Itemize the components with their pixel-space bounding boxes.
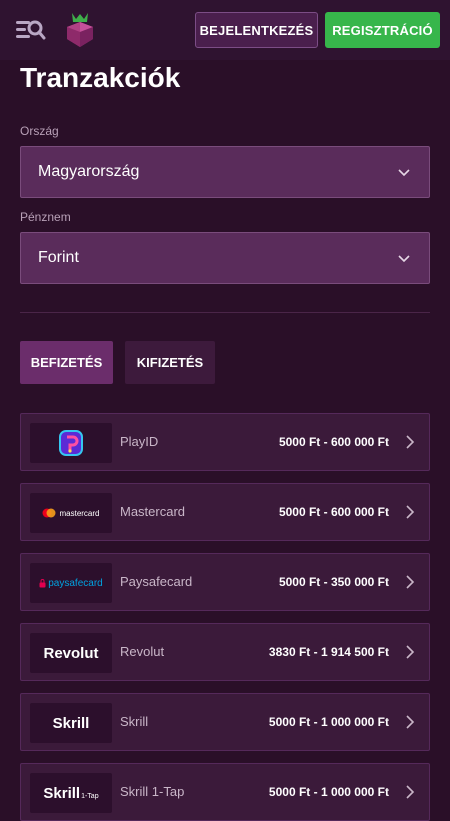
payment-method-row[interactable]: Revolut Revolut 3830 Ft - 1 914 500 Ft [20,623,430,681]
currency-select-value: Forint [38,249,79,266]
revolut-logo-icon: Revolut [30,633,112,673]
mastercard-logo-text: mastercard [59,508,100,518]
payment-method-row[interactable]: mastercard Mastercard 5000 Ft - 600 000 … [20,483,430,541]
top-bar: BEJELENTKEZÉS REGISZTRÁCIÓ [0,0,450,60]
payment-method-range: 5000 Ft - 350 000 Ft [278,575,389,589]
chevron-right-icon [406,505,415,519]
playid-logo-icon [30,423,112,463]
payment-method-range: 3830 Ft - 1 914 500 Ft [268,645,389,659]
payment-method-name: Mastercard [120,504,186,519]
skrill-1tap-logo-subtext: 1-Tap [81,792,99,800]
section-divider [20,312,430,313]
menu-search-icon[interactable] [14,16,46,44]
chevron-right-icon [406,435,415,449]
country-select[interactable]: Magyarország [20,146,430,198]
mastercard-logo-icon: mastercard [30,493,112,533]
payment-method-row[interactable]: paysafecard Paysafecard 5000 Ft - 350 00… [20,553,430,611]
skrill-logo-text: Skrill [52,714,90,732]
login-button[interactable]: BEJELENTKEZÉS [195,12,318,48]
currency-label: Pénznem [20,210,71,224]
country-select-value: Magyarország [38,163,140,180]
paysafecard-logo-text: paysafecard [48,577,103,589]
payment-method-name: PlayID [120,434,159,449]
country-label: Ország [20,124,59,138]
payment-method-row[interactable]: Skrill Skrill 5000 Ft - 1 000 000 Ft [20,693,430,751]
payment-method-row[interactable]: PlayID 5000 Ft - 600 000 Ft [20,413,430,471]
chevron-right-icon [406,575,415,589]
tab-withdraw[interactable]: KIFIZETÉS [125,341,215,384]
revolut-logo-text: Revolut [43,644,99,662]
payment-method-range: 5000 Ft - 600 000 Ft [278,505,389,519]
payment-method-range: 5000 Ft - 1 000 000 Ft [268,715,389,729]
payment-method-range: 5000 Ft - 1 000 000 Ft [268,785,389,799]
chevron-right-icon [406,715,415,729]
chevron-right-icon [406,645,415,659]
payment-method-range: 5000 Ft - 600 000 Ft [278,435,389,449]
payment-method-row[interactable]: Skrill 1-Tap Skrill 1-Tap 5000 Ft - 1 00… [20,763,430,821]
skrill-1tap-logo-text: Skrill [43,784,81,802]
currency-select[interactable]: Forint [20,232,430,284]
chevron-down-icon [398,169,410,177]
payment-method-name: Skrill 1-Tap [120,784,185,799]
tab-deposit[interactable]: BEFIZETÉS [20,341,113,384]
page-title: Tranzakciók [20,62,181,93]
raspberry-logo-icon[interactable] [62,10,98,50]
payment-method-name: Skrill [120,714,149,729]
register-button[interactable]: REGISZTRÁCIÓ [325,12,440,48]
payment-method-name: Paysafecard [120,574,193,589]
skrill-logo-icon: Skrill [30,703,112,743]
paysafecard-logo-icon: paysafecard [30,563,112,603]
payment-method-name: Revolut [120,644,165,659]
chevron-down-icon [398,255,410,263]
skrill-1tap-logo-icon: Skrill 1-Tap [30,773,112,813]
chevron-right-icon [406,785,415,799]
